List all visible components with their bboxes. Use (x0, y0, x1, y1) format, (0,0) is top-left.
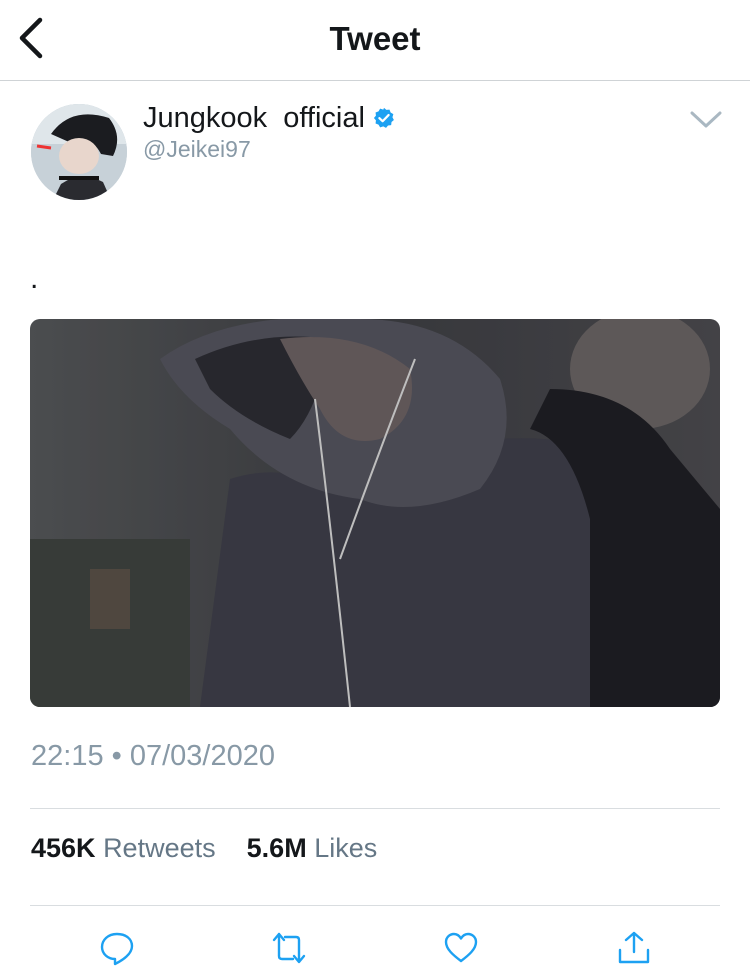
author-name[interactable]: Jungkook official (143, 102, 365, 135)
likes-count[interactable]: 5.6M (247, 833, 307, 863)
top-bar: Tweet (0, 0, 750, 81)
avatar-image (31, 104, 127, 200)
share-icon[interactable] (616, 930, 652, 966)
chevron-down-icon[interactable] (689, 108, 723, 132)
divider (30, 905, 720, 906)
like-icon[interactable] (443, 930, 479, 966)
reply-icon[interactable] (99, 930, 135, 966)
likes-label[interactable]: Likes (314, 833, 377, 863)
retweets-count[interactable]: 456K (31, 833, 96, 863)
tweet-timestamp: 22:15 • 07/03/2020 (31, 740, 275, 772)
author-name-row[interactable]: Jungkook official (143, 101, 395, 135)
avatar[interactable] (31, 104, 127, 200)
retweets-label[interactable]: Retweets (103, 833, 216, 863)
page-title: Tweet (329, 20, 421, 57)
author-handle[interactable]: @Jeikei97 (143, 136, 251, 163)
tweet-media[interactable] (30, 319, 720, 707)
tweet-stats: 456K Retweets 5.6M Likes (31, 833, 377, 864)
retweet-icon[interactable] (271, 930, 307, 966)
divider (30, 808, 720, 809)
tweet-photo (30, 319, 720, 707)
tweet-text: . (30, 262, 39, 295)
verified-badge-icon (373, 107, 394, 128)
